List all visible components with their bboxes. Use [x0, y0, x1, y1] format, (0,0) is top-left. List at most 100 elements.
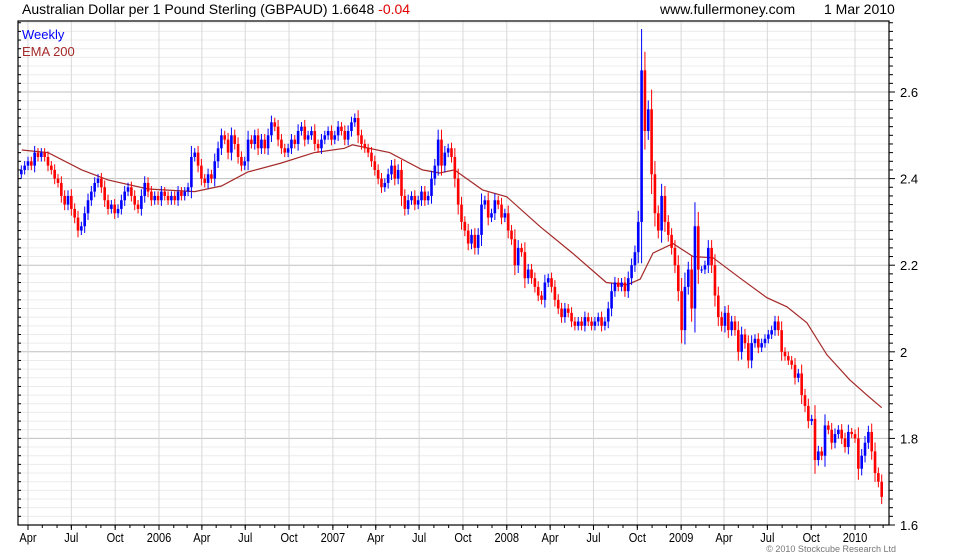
candle-body	[773, 321, 777, 331]
candle	[93, 177, 96, 198]
candle-body	[563, 308, 567, 318]
candle-body	[616, 282, 620, 287]
candle	[797, 368, 800, 383]
ema-line-group	[21, 144, 883, 409]
candle	[580, 316, 583, 331]
candle-body	[867, 431, 870, 443]
candle	[246, 130, 250, 171]
candle	[783, 347, 787, 361]
candle-body	[370, 152, 373, 162]
grid	[18, 21, 889, 526]
candle-body	[30, 161, 33, 166]
candle	[70, 189, 73, 216]
candle	[366, 143, 370, 158]
candle-body	[873, 451, 877, 474]
candle	[653, 161, 657, 227]
candle-body	[466, 230, 470, 244]
candle-body	[346, 130, 350, 140]
candle	[770, 325, 773, 340]
x-tick-label: Apr	[367, 530, 384, 545]
candle	[376, 164, 380, 185]
candle	[743, 328, 747, 349]
candle-body	[460, 204, 463, 222]
candle-body	[553, 286, 557, 300]
candle-body	[656, 213, 660, 231]
candle-body	[536, 286, 540, 296]
candle	[30, 156, 33, 171]
candle-body	[410, 195, 413, 201]
candle-body	[300, 126, 303, 131]
candle	[400, 159, 403, 206]
candle	[173, 191, 177, 205]
candle-body	[280, 139, 283, 149]
candle-body	[336, 126, 340, 136]
x-tick-label: Oct	[803, 530, 821, 545]
candle	[203, 174, 207, 188]
candle-body	[566, 308, 570, 313]
candle	[860, 449, 863, 476]
candle	[827, 420, 830, 435]
candle-body	[480, 204, 483, 235]
candle-body	[70, 195, 73, 209]
candle-body	[56, 178, 60, 183]
candle	[290, 134, 293, 154]
candle-body	[650, 109, 653, 175]
candle-body	[350, 122, 353, 131]
y-tick-label: 1.8	[900, 431, 918, 446]
candle-body	[663, 195, 667, 222]
candle	[326, 126, 330, 140]
candle	[350, 116, 353, 137]
candle	[383, 178, 387, 192]
candle	[626, 271, 630, 298]
candle-body	[823, 425, 827, 456]
candle	[753, 334, 757, 348]
candle-body	[660, 195, 663, 231]
candle-body	[673, 247, 677, 266]
candle	[823, 414, 827, 467]
x-tick-label: Jul	[412, 530, 426, 545]
candle	[133, 190, 137, 211]
candle-body	[870, 431, 873, 452]
candle	[223, 130, 227, 145]
candle-body	[710, 247, 713, 266]
candle-body	[500, 204, 503, 218]
candle-body	[60, 182, 63, 196]
candle	[840, 424, 843, 445]
candle	[480, 193, 483, 246]
candle-body	[236, 143, 240, 157]
x-tick-label: 2009	[669, 530, 694, 545]
candle-body	[110, 204, 113, 209]
candle-body	[446, 148, 450, 153]
candle-body	[840, 429, 843, 439]
candle-body	[106, 200, 110, 209]
x-tick-label: 2010	[843, 530, 868, 545]
candle-body	[406, 200, 410, 209]
x-tick-label: 2006	[147, 530, 172, 545]
candle	[583, 311, 587, 332]
candle-body	[356, 117, 360, 136]
candle-body	[216, 148, 220, 162]
candle-body	[440, 139, 443, 166]
candle	[300, 122, 303, 136]
candle	[143, 176, 147, 203]
candle-body	[843, 438, 847, 448]
candle	[423, 185, 427, 206]
candle	[110, 200, 113, 214]
candle	[590, 316, 593, 331]
candle-body	[636, 221, 640, 253]
candle-body	[393, 165, 397, 179]
candle-body	[810, 418, 813, 422]
candle	[623, 276, 627, 297]
candle-body	[706, 247, 710, 266]
candle-body	[130, 187, 133, 196]
candle	[403, 189, 407, 216]
candle	[773, 315, 777, 336]
candle-body	[193, 152, 197, 157]
candle-body	[276, 126, 280, 140]
candle-body	[203, 178, 207, 183]
candle	[233, 129, 237, 150]
x-tick-label: Jul	[586, 530, 600, 545]
candle	[36, 148, 40, 162]
candle-body	[50, 165, 53, 170]
candle	[493, 193, 497, 220]
